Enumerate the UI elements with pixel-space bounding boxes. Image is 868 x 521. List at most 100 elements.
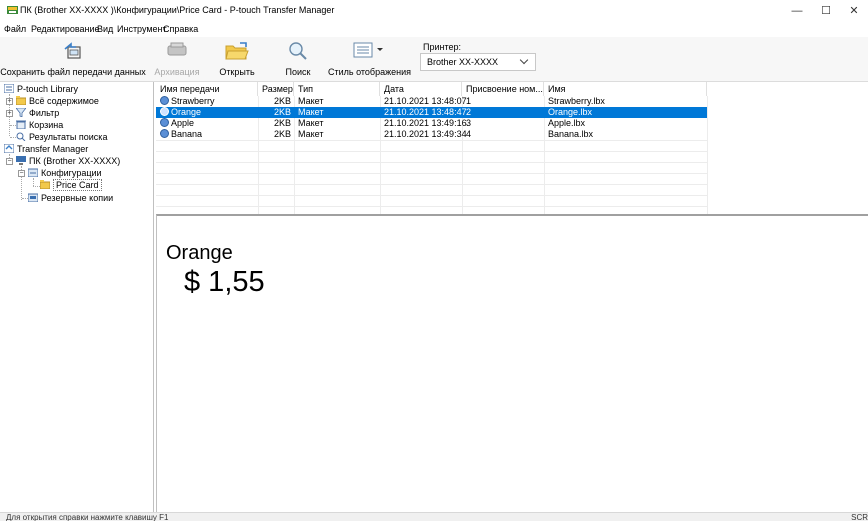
cell-key: 3 [466, 118, 472, 128]
cell-filename: Strawberry.lbx [548, 96, 605, 106]
label-file-icon [160, 129, 169, 138]
search-icon [289, 42, 307, 60]
search-label: Поиск [285, 67, 311, 77]
tree-item-backups[interactable]: Резервные копии [28, 193, 113, 204]
status-bar: Для открытия справки нажмите клавишу F1 … [0, 512, 868, 521]
folder-open-icon [40, 180, 50, 189]
menu-file[interactable]: Файл [4, 24, 26, 34]
transfer-list: Имя передачи Размер Тип Дата Присвоение … [156, 82, 868, 214]
table-row[interactable]: Banana 2KB Макет 21.10.2021 13:49:34 4 B… [156, 129, 707, 140]
col-header-filename[interactable]: Имя [544, 82, 707, 96]
cell-name: Strawberry [156, 96, 258, 107]
printer-select[interactable]: Brother XX-XXXX [420, 53, 536, 71]
title-bar: ПК (Brother XX-XXXX )\Конфигурации\Price… [0, 0, 868, 21]
open-folder-icon [225, 42, 249, 60]
view-style-label: Стиль отображения [328, 67, 411, 77]
window-title: ПК (Brother XX-XXXX )\Конфигурации\Price… [20, 5, 335, 15]
folder-icon [16, 96, 26, 105]
transfer-manager-icon [4, 144, 14, 153]
cell-size: 2KB [273, 129, 291, 139]
close-button[interactable]: ✕ [840, 2, 868, 20]
label-preview: Orange $ 1,55 [156, 214, 868, 512]
tree-item-search-results[interactable]: Результаты поиска [16, 132, 107, 143]
tree-label-filter: Фильтр [29, 108, 60, 118]
cell-name: Banana [156, 129, 258, 140]
tree-label-trash: Корзина [29, 120, 64, 130]
menu-edit[interactable]: Редактирование [31, 24, 100, 34]
backups-icon [28, 193, 38, 202]
cell-key: 2 [466, 107, 472, 117]
filter-icon [16, 108, 26, 117]
label-file-icon [160, 118, 169, 127]
cell-date: 21.10.2021 13:48:07 [384, 96, 467, 106]
toolbar: Сохранить файл передачи данных Архивация… [0, 37, 868, 82]
archive-button[interactable]: Архивация [152, 37, 202, 81]
save-transfer-label: Сохранить файл передачи данных [0, 67, 146, 77]
cell-name: Orange [156, 107, 258, 118]
archive-label: Архивация [154, 67, 200, 77]
save-transfer-file-button[interactable]: Сохранить файл передачи данных [0, 37, 146, 81]
folder-tree: P-touch Library + Всё содержимое + Фильт… [2, 82, 154, 512]
menu-help[interactable]: Справка [163, 24, 198, 34]
tree-label-pc: ПК (Brother XX-XXXX) [29, 156, 121, 166]
expand-filter[interactable]: + [6, 110, 13, 117]
tree-item-price-card[interactable]: Price Card [40, 179, 102, 191]
table-row[interactable]: Strawberry 2KB Макет 21.10.2021 13:48:07… [156, 96, 707, 107]
tree-label-search-results: Результаты поиска [29, 132, 108, 142]
computer-icon [16, 156, 26, 165]
minimize-button[interactable]: — [783, 2, 811, 20]
status-text: Для открытия справки нажмите клавишу F1 [6, 513, 169, 521]
col-header-date[interactable]: Дата [380, 82, 462, 96]
view-style-icon [353, 42, 383, 58]
tree-item-transfer-manager[interactable]: Transfer Manager [4, 144, 88, 155]
table-row[interactable]: Apple 2KB Макет 21.10.2021 13:49:16 3 Ap… [156, 118, 707, 129]
tree-item-all-content[interactable]: Всё содержимое [16, 96, 99, 107]
library-icon [4, 84, 14, 93]
cell-type: Макет [298, 129, 324, 139]
menu-tools[interactable]: Инструмент [117, 24, 167, 34]
tree-label-transfer-manager: Transfer Manager [17, 144, 89, 154]
col-header-key-assign[interactable]: Присвоение ном... [462, 82, 544, 96]
menu-view[interactable]: Вид [97, 24, 113, 34]
tree-item-configurations[interactable]: Конфигурации [28, 168, 102, 179]
app-icon [7, 6, 18, 14]
cell-key: 1 [466, 96, 472, 106]
archive-icon [167, 42, 187, 56]
tree-item-library[interactable]: P-touch Library [4, 84, 78, 95]
cell-type: Макет [298, 118, 324, 128]
maximize-button[interactable]: ☐ [812, 2, 840, 20]
table-row[interactable]: Orange 2KB Макет 21.10.2021 13:48:47 2 O… [156, 107, 707, 118]
cell-date: 21.10.2021 13:48:47 [384, 107, 467, 117]
preview-price: $ 1,55 [184, 266, 265, 298]
search-button[interactable]: Поиск [278, 37, 318, 81]
save-transfer-icon [64, 42, 81, 59]
cell-type: Макет [298, 96, 324, 106]
cell-size: 2KB [273, 96, 291, 106]
search-results-icon [16, 132, 26, 141]
printer-select-value: Brother XX-XXXX [427, 57, 499, 67]
tree-label-configurations: Конфигурации [41, 168, 102, 178]
menu-bar: Файл Редактирование Вид Инструмент Справ… [0, 21, 868, 37]
cell-date: 21.10.2021 13:49:34 [384, 129, 467, 139]
label-file-icon [160, 107, 169, 116]
cell-date: 21.10.2021 13:49:16 [384, 118, 467, 128]
tree-label-backups: Резервные копии [41, 193, 114, 203]
cell-key: 4 [466, 129, 472, 139]
col-header-size[interactable]: Размер [258, 82, 294, 96]
col-header-type[interactable]: Тип [294, 82, 380, 96]
cell-name: Apple [156, 118, 258, 129]
expand-all-content[interactable]: + [6, 98, 13, 105]
tree-item-pc[interactable]: ПК (Brother XX-XXXX) [16, 156, 120, 167]
tree-item-trash[interactable]: Корзина [16, 120, 63, 131]
collapse-configurations[interactable]: − [18, 170, 25, 177]
view-style-button[interactable]: Стиль отображения [328, 37, 411, 81]
col-header-transfer-name[interactable]: Имя передачи [156, 82, 258, 96]
preview-product-name: Orange [166, 242, 233, 264]
cell-size: 2KB [273, 118, 291, 128]
cell-filename: Apple.lbx [548, 118, 586, 128]
trash-icon [16, 120, 26, 129]
scroll-lock-indicator: SCR [851, 513, 868, 521]
collapse-pc[interactable]: − [6, 158, 13, 165]
open-button[interactable]: Открыть [215, 37, 259, 81]
tree-item-filter[interactable]: Фильтр [16, 108, 59, 119]
